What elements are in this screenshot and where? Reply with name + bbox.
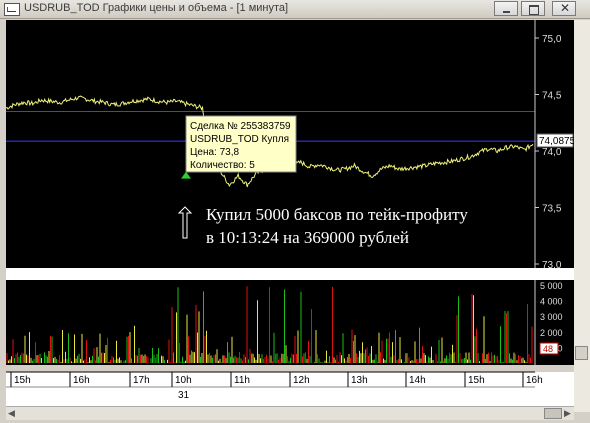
maximize-button[interactable] xyxy=(521,1,545,16)
minimize-button[interactable] xyxy=(494,1,518,16)
time-tick-label: 14h xyxy=(409,375,426,386)
time-tick-label: 15h xyxy=(468,375,485,386)
tooltip-trade-number: Сделка № 255383759 xyxy=(190,121,291,132)
panel-separator xyxy=(6,268,574,280)
price-tick-label: 74,0 xyxy=(542,147,562,158)
annotation-line-2: в 10:13:24 на 369000 рублей xyxy=(206,228,409,247)
chart-app-icon xyxy=(4,3,20,16)
tooltip-price: Цена: 73,8 xyxy=(190,147,240,158)
time-tick-label: 17h xyxy=(133,375,150,386)
scroll-left-icon[interactable]: ◀ xyxy=(8,407,15,419)
time-tick-label: 10h xyxy=(175,375,192,386)
window-title: USDRUB_TOD Графики цены и объема - [1 ми… xyxy=(24,2,289,14)
tooltip-quantity: Количество: 5 xyxy=(190,160,255,171)
date-label: 31 xyxy=(178,390,190,401)
maximize-icon xyxy=(529,5,539,15)
volume-tick-label: 2 000 xyxy=(540,328,563,338)
close-button[interactable]: ✕ xyxy=(552,1,576,16)
scroll-right-icon[interactable]: ▶ xyxy=(564,407,571,419)
scroll-up-button[interactable] xyxy=(575,346,588,360)
time-tick-label: 12h xyxy=(293,375,310,386)
chart-window: USDRUB_TOD Графики цены и объема - [1 ми… xyxy=(0,0,590,423)
current-volume-label: 48 xyxy=(543,344,553,354)
volume-tick-label: 3 000 xyxy=(540,312,563,322)
tooltip-instrument: USDRUB_TOD Купля xyxy=(190,134,289,145)
time-tick-label: 16h xyxy=(526,375,543,386)
close-icon: ✕ xyxy=(560,1,571,15)
price-volume-chart[interactable]: 75,074,574,073,573,0 74,0875 Сделка № 25… xyxy=(6,20,574,406)
volume-tick-label: 5 000 xyxy=(540,281,563,291)
annotation-line-1: Купил 5000 баксов по тейк-профиту xyxy=(206,205,468,224)
price-tick-label: 74,5 xyxy=(542,91,562,102)
time-tick-label: 11h xyxy=(234,375,250,386)
price-tick-label: 75,0 xyxy=(542,34,562,45)
time-tick-label: 15h xyxy=(14,375,31,386)
current-price-label: 74,0875 xyxy=(539,136,574,147)
price-tick-label: 73,5 xyxy=(542,204,562,215)
volume-tick-label: 4 000 xyxy=(540,297,563,307)
vertical-scrollbar[interactable] xyxy=(574,20,590,412)
volume-panel xyxy=(6,280,535,365)
time-tick-label: 13h xyxy=(351,375,368,386)
time-tick-label: 16h xyxy=(73,375,90,386)
horizontal-scroll-thumb[interactable] xyxy=(544,408,562,419)
trade-tooltip: Сделка № 255383759 USDRUB_TOD Купля Цена… xyxy=(185,115,297,173)
horizontal-scrollbar[interactable]: ◀ ▶ xyxy=(6,406,574,420)
minimize-icon xyxy=(503,11,510,13)
title-bar[interactable]: USDRUB_TOD Графики цены и объема - [1 ми… xyxy=(0,0,590,19)
